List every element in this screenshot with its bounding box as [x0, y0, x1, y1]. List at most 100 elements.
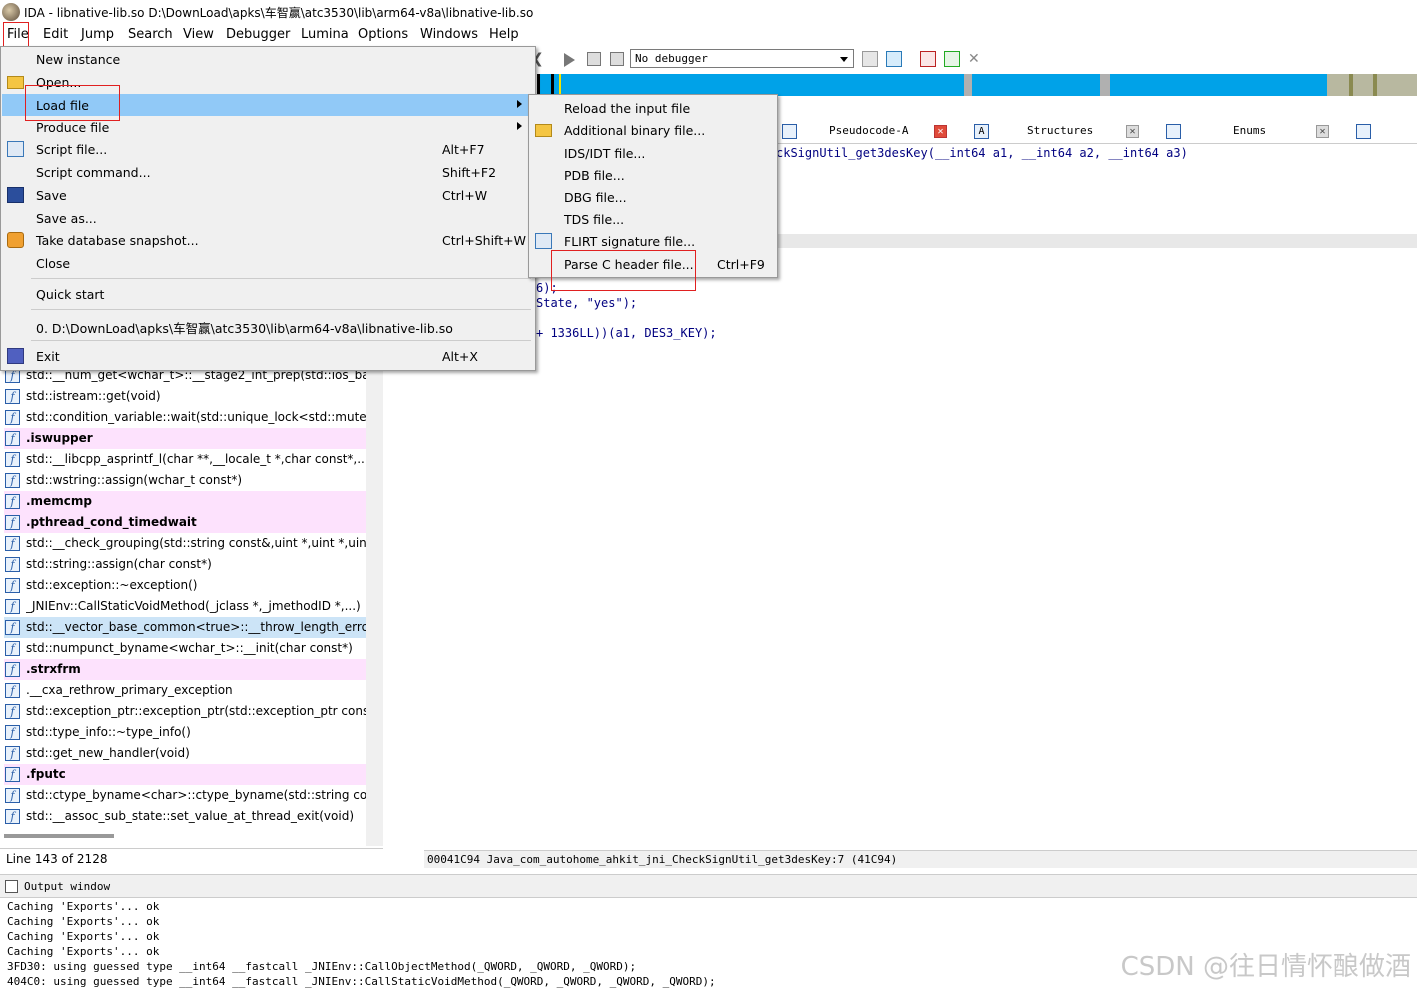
menu-options[interactable]: Options	[358, 27, 408, 42]
menu-edit[interactable]: Edit	[43, 27, 68, 42]
parse-header-highlight	[551, 250, 696, 291]
close-icon[interactable]: ✕	[1316, 125, 1329, 138]
function-row[interactable]: f .iswupper	[4, 428, 366, 449]
submenu-item[interactable]: TDS file...	[530, 208, 776, 230]
function-row[interactable]: f std::condition_variable::wait(std::uniq…	[4, 407, 366, 428]
breakpoint-list-icon[interactable]	[920, 51, 936, 67]
function-row[interactable]: f .strxfrm	[4, 659, 366, 680]
functions-scrollbar[interactable]	[366, 364, 383, 846]
function-row[interactable]: f std::type_info::~type_info()	[4, 722, 366, 743]
menu-bar: File Edit Jump Search View Debugger Lumi…	[0, 24, 1417, 46]
menu-item-label: Exit	[36, 349, 60, 364]
menu-separator	[31, 340, 531, 341]
function-icon: f	[5, 767, 20, 782]
function-row[interactable]: f std::get_new_handler(void)	[4, 743, 366, 764]
function-row[interactable]: f std::string::assign(char const*)	[4, 554, 366, 575]
refresh-icon[interactable]	[886, 51, 902, 67]
file-menu-item[interactable]: Save Ctrl+W	[2, 184, 534, 206]
submenu-item-label: FLIRT signature file...	[564, 234, 696, 249]
watermark: CSDN @往日情怀酿做酒	[1120, 952, 1411, 982]
menu-search[interactable]: Search	[128, 27, 173, 42]
function-name: .__cxa_rethrow_primary_exception	[26, 683, 233, 697]
function-row[interactable]: f std::exception_ptr::exception_ptr(std::…	[4, 701, 366, 722]
close-icon[interactable]: ✕	[1126, 125, 1139, 138]
debugger-select-value: No debugger	[635, 52, 708, 65]
code-line: ckSignUtil_get3desKey(__int64 a1, __int6…	[776, 146, 1188, 160]
function-row[interactable]: f std::__assoc_sub_state::set_value_at_th…	[4, 806, 366, 827]
add-breakpoint-icon[interactable]	[944, 51, 960, 67]
stop-icon[interactable]	[610, 52, 624, 66]
attach-icon[interactable]	[862, 51, 878, 67]
load-file-highlight	[25, 85, 120, 121]
submenu-item[interactable]: Reload the input file	[530, 97, 776, 119]
nav-segment	[1373, 74, 1377, 96]
menu-windows[interactable]: Windows	[420, 27, 478, 42]
output-window-title: Output window	[24, 880, 111, 893]
menu-help[interactable]: Help	[489, 27, 519, 42]
code-line: State, "yes");	[536, 296, 638, 310]
functions-list[interactable]: f std::__num_get<wchar_t>::__stage2_int_p…	[0, 364, 383, 846]
submenu-arrow-icon	[517, 100, 522, 108]
imports-tab-icon	[1356, 124, 1371, 139]
function-row[interactable]: f _JNIEnv::CallStaticVoidMethod(_jclass *…	[4, 596, 366, 617]
function-icon: f	[5, 809, 20, 824]
function-row[interactable]: f std::__vector_base_common<true>::__thro…	[4, 617, 366, 638]
submenu-item[interactable]: FLIRT signature file...	[530, 230, 776, 252]
function-row[interactable]: f .memcmp	[4, 491, 366, 512]
file-menu-item[interactable]: Exit Alt+X	[2, 345, 534, 367]
functions-hscroll-thumb[interactable]	[4, 834, 114, 838]
function-name: std::numpunct_byname<wchar_t>::__init(ch…	[26, 641, 353, 655]
function-icon: f	[5, 494, 20, 509]
pseudocode-tab-icon	[782, 124, 797, 139]
functions-line-count: Line 143 of 2128	[0, 848, 383, 868]
submenu-item-label: Additional binary file...	[564, 123, 706, 138]
submenu-item[interactable]: Additional binary file...	[530, 119, 776, 141]
delete-breakpoint-icon[interactable]: ✕	[968, 51, 984, 67]
submenu-item[interactable]: DBG file...	[530, 186, 776, 208]
menu-lumina[interactable]: Lumina	[301, 27, 349, 42]
menu-item-label: New instance	[36, 52, 121, 67]
function-row[interactable]: f .__cxa_rethrow_primary_exception	[4, 680, 366, 701]
file-menu-item[interactable]: Script command... Shift+F2	[2, 161, 534, 183]
function-row[interactable]: f .fputc	[4, 764, 366, 785]
file-menu-item[interactable]: 0. D:\DownLoad\apks\车智赢\atc3530\lib\arm6…	[2, 314, 534, 336]
menu-jump[interactable]: Jump	[81, 27, 114, 42]
tab-enums[interactable]: Enums	[1233, 124, 1266, 137]
tab-structures[interactable]: Structures	[1027, 124, 1093, 137]
function-row[interactable]: f std::numpunct_byname<wchar_t>::__init(c…	[4, 638, 366, 659]
file-menu-item[interactable]: Script file... Alt+F7	[2, 138, 534, 160]
function-icon: f	[5, 431, 20, 446]
file-menu-item[interactable]: New instance	[2, 48, 534, 70]
code-line: + 1336LL))(a1, DES3_KEY);	[536, 326, 717, 340]
play-icon[interactable]	[564, 53, 575, 67]
chevron-down-icon	[840, 57, 848, 62]
submenu-item-label: DBG file...	[564, 190, 627, 205]
function-row[interactable]: f std::wstring::assign(wchar_t const*)	[4, 470, 366, 491]
file-menu-item[interactable]: Close	[2, 252, 534, 274]
function-row[interactable]: f std::istream::get(void)	[4, 386, 366, 407]
output-line: 3FD30: using guessed type __int64 __fast…	[7, 960, 637, 973]
function-row[interactable]: f std::__check_grouping(std::string const…	[4, 533, 366, 554]
close-icon[interactable]: ✕	[934, 125, 947, 138]
function-row[interactable]: f std::exception::~exception()	[4, 575, 366, 596]
file-menu-item[interactable]: Quick start	[2, 283, 534, 305]
menu-debugger[interactable]: Debugger	[226, 27, 290, 42]
menu-view[interactable]: View	[183, 27, 214, 42]
pause-icon[interactable]	[587, 52, 601, 66]
submenu-item[interactable]: PDB file...	[530, 164, 776, 186]
debugger-select[interactable]: No debugger	[630, 49, 854, 68]
nav-segment	[551, 74, 554, 96]
file-menu-item[interactable]: Save as...	[2, 207, 534, 229]
output-window-icon	[5, 880, 18, 893]
menu-item-shortcut: Shift+F2	[442, 165, 497, 180]
tab-pseudocode[interactable]: Pseudocode-A	[829, 124, 908, 137]
line-count-text: Line 143 of 2128	[6, 852, 108, 866]
highlighted-line	[776, 234, 1417, 248]
exit-icon	[7, 348, 24, 364]
navigation-band[interactable]	[537, 74, 1417, 96]
function-row[interactable]: f std::ctype_byname<char>::ctype_byname(s…	[4, 785, 366, 806]
file-menu-item[interactable]: Take database snapshot... Ctrl+Shift+W	[2, 229, 534, 251]
submenu-item[interactable]: IDS/IDT file...	[530, 142, 776, 164]
function-row[interactable]: f .pthread_cond_timedwait	[4, 512, 366, 533]
function-row[interactable]: f std::__libcpp_asprintf_l(char **,__loca…	[4, 449, 366, 470]
